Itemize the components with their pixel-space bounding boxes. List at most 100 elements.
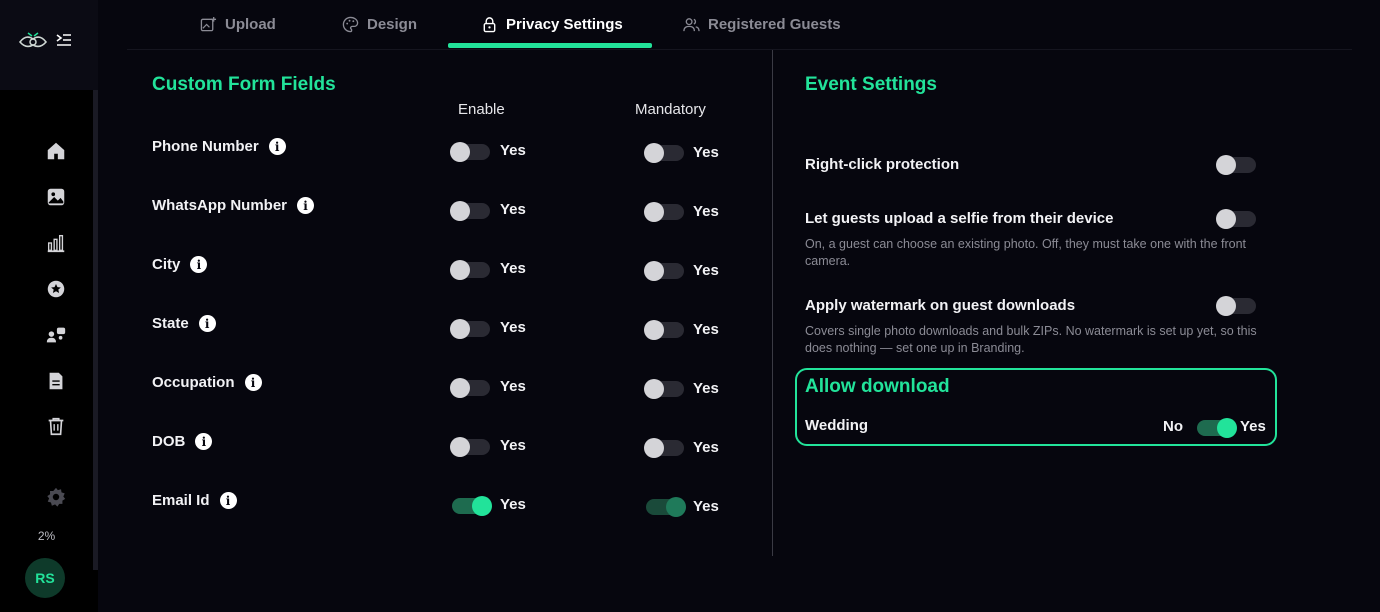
occupation-mandatory-toggle[interactable] (644, 379, 684, 399)
enable-yes-label: Yes (500, 142, 526, 159)
field-label: Email Id i (152, 492, 237, 509)
allow-download-no-label: No (1163, 418, 1183, 435)
selfie-upload-toggle[interactable] (1216, 209, 1256, 229)
info-icon[interactable]: i (195, 433, 213, 450)
lock-icon (483, 16, 496, 32)
avatar[interactable]: RS (25, 558, 65, 598)
selfie-upload-description: On, a guest can choose an existing photo… (805, 237, 1247, 268)
active-tab-indicator (448, 43, 652, 48)
right-click-protection-label: Right-click protection (805, 156, 960, 173)
info-icon[interactable]: i (297, 197, 314, 214)
field-label: DOB i (152, 433, 213, 450)
home-icon[interactable] (44, 139, 68, 163)
field-label-text: Email Id (152, 492, 210, 509)
toggle-knob (450, 142, 470, 162)
mandatory-yes-label: Yes (693, 203, 719, 220)
field-label: City i (152, 256, 208, 273)
toggle-knob (644, 438, 664, 458)
info-icon[interactable]: i (190, 256, 208, 273)
tab-label: Upload (225, 15, 276, 33)
analytics-icon[interactable] (44, 231, 68, 255)
occupation-enable-toggle[interactable] (450, 378, 490, 398)
allow-download-event-label: Wedding (805, 417, 869, 434)
toggle-knob (1216, 209, 1236, 229)
enable-yes-label: Yes (500, 437, 526, 454)
field-label-text: WhatsApp Number (152, 197, 287, 214)
phone-number-mandatory-toggle[interactable] (644, 143, 684, 163)
tab-upload[interactable]: Upload (200, 0, 276, 48)
document-icon[interactable] (44, 369, 68, 393)
toggle-knob (644, 143, 664, 163)
mandatory-column-header: Mandatory (635, 101, 706, 118)
info-icon[interactable]: i (268, 138, 286, 155)
city-mandatory-toggle[interactable] (644, 261, 684, 281)
toggle-knob (644, 379, 664, 399)
mandatory-yes-label: Yes (693, 262, 719, 279)
enable-yes-label: Yes (500, 496, 526, 513)
section-divider (772, 50, 773, 556)
toggle-knob (450, 378, 470, 398)
info-icon[interactable]: i (244, 374, 262, 391)
star-icon[interactable] (44, 277, 68, 301)
tab-design[interactable]: Design (342, 0, 417, 48)
enable-yes-label: Yes (500, 201, 526, 218)
event-settings-title: Event Settings (805, 74, 937, 95)
state-enable-toggle[interactable] (450, 319, 490, 339)
city-enable-toggle[interactable] (450, 260, 490, 280)
field-label: Phone Number i (152, 138, 286, 155)
sidebar: 2% RS (0, 0, 98, 612)
enable-yes-label: Yes (500, 319, 526, 336)
field-label: State i (152, 315, 216, 332)
field-label-text: Phone Number (152, 138, 259, 155)
info-icon[interactable]: i (219, 492, 237, 509)
allow-download-panel: Allow download Wedding No Yes (795, 368, 1277, 446)
state-mandatory-toggle[interactable] (644, 320, 684, 340)
toggle-knob (644, 202, 664, 222)
sidebar-header (0, 0, 98, 90)
image-plus-icon (200, 16, 217, 31)
info-icon[interactable]: i (198, 315, 216, 332)
toggle-knob (450, 319, 470, 339)
dob-enable-toggle[interactable] (450, 437, 490, 457)
mandatory-yes-label: Yes (693, 144, 719, 161)
whatsapp-number-mandatory-toggle[interactable] (644, 202, 684, 222)
tab-label: Privacy Settings (506, 15, 623, 33)
trash-icon[interactable] (44, 414, 68, 438)
mandatory-yes-label: Yes (693, 439, 719, 456)
sidebar-scrollbar[interactable] (93, 90, 98, 570)
allow-download-toggle[interactable] (1197, 418, 1237, 438)
toggle-knob (644, 320, 664, 340)
right-click-protection-toggle[interactable] (1216, 155, 1256, 175)
watermark-description: Covers single photo downloads and bulk Z… (805, 324, 1257, 355)
toggle-knob (450, 201, 470, 221)
selfie-upload-label: Let guests upload a selfie from their de… (805, 210, 1114, 227)
toggle-knob (644, 261, 664, 281)
toggle-knob (450, 260, 470, 280)
email-id-mandatory-toggle[interactable] (646, 497, 686, 517)
enable-yes-label: Yes (500, 378, 526, 395)
toggle-knob (1216, 155, 1236, 175)
collapse-menu-icon[interactable] (56, 32, 72, 48)
users-icon (683, 17, 700, 31)
tab-privacy-settings[interactable]: Privacy Settings (481, 0, 623, 48)
custom-form-fields-title: Custom Form Fields (152, 74, 336, 95)
enable-column-header: Enable (458, 101, 505, 118)
settings-icon[interactable] (44, 485, 68, 509)
toggle-knob (450, 437, 470, 457)
dob-mandatory-toggle[interactable] (644, 438, 684, 458)
storage-usage: 2% (37, 529, 56, 543)
people-icon[interactable] (44, 323, 68, 347)
email-id-enable-toggle[interactable] (452, 496, 492, 516)
watermark-toggle[interactable] (1216, 296, 1256, 316)
allow-download-title: Allow download (805, 376, 950, 397)
phone-number-enable-toggle[interactable] (450, 142, 490, 162)
field-label: Occupation i (152, 374, 262, 391)
allow-download-yes-label: Yes (1240, 418, 1266, 435)
palette-icon (342, 16, 359, 32)
gallery-icon[interactable] (44, 185, 68, 209)
tab-bar: Upload Design Privacy Settings Registere… (127, 0, 1352, 50)
tab-registered-guests[interactable]: Registered Guests (683, 0, 841, 48)
field-label: WhatsApp Number i (152, 197, 314, 214)
whatsapp-number-enable-toggle[interactable] (450, 201, 490, 221)
enable-yes-label: Yes (500, 260, 526, 277)
